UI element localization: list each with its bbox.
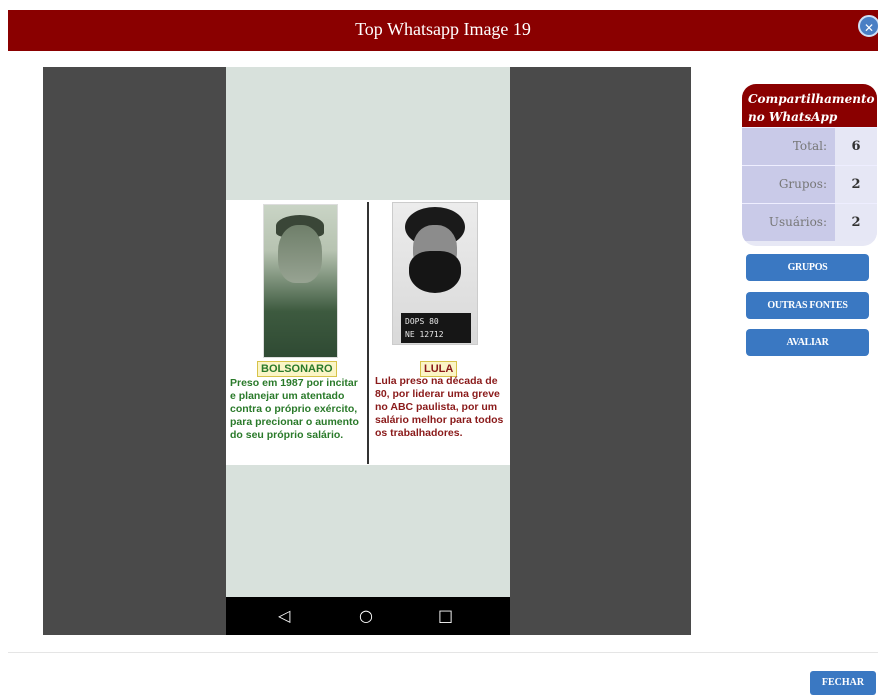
left-column: BOLSONARO Preso em 1987 por incitar e pl…: [226, 200, 366, 465]
android-navbar: ◁ ○ □: [226, 597, 510, 635]
stats-row-grupos: Grupos: 2: [742, 165, 877, 203]
bolsonaro-caption: Preso em 1987 por incitar e planejar um …: [230, 377, 359, 441]
image-bottom-area: [226, 465, 510, 597]
stats-label: Usuários:: [742, 204, 835, 241]
column-divider: [367, 202, 369, 464]
image-viewer: BOLSONARO Preso em 1987 por incitar e pl…: [43, 67, 691, 635]
stats-label: Grupos:: [742, 166, 835, 203]
back-icon: ◁: [278, 606, 291, 625]
right-column: DOPS 80 NE 12712 LULA Lula preso na déca…: [370, 200, 510, 465]
fechar-button[interactable]: FECHAR: [810, 671, 876, 695]
image-content: BOLSONARO Preso em 1987 por incitar e pl…: [226, 200, 510, 465]
bolsonaro-photo: [263, 204, 338, 358]
placard-line-1: DOPS 80: [405, 317, 439, 326]
stats-value: 2: [835, 204, 877, 241]
avaliar-button[interactable]: AVALIAR: [746, 329, 869, 356]
home-icon: ○: [359, 606, 373, 625]
placard-line-2: NE 12712: [405, 330, 444, 339]
lula-caption: Lula preso na década de 80, por liderar …: [375, 375, 504, 439]
image-top-area: [226, 67, 510, 200]
stats-label: Total:: [742, 128, 835, 165]
recents-icon: □: [438, 606, 454, 625]
shared-image: BOLSONARO Preso em 1987 por incitar e pl…: [226, 67, 510, 635]
bolsonaro-name-tag: BOLSONARO: [257, 361, 337, 377]
outras-fontes-button[interactable]: OUTRAS FONTES: [746, 292, 869, 319]
stats-title: Compartilhamento no WhatsApp: [742, 84, 877, 127]
close-icon[interactable]: ✕: [858, 15, 878, 37]
sharing-stats-panel: Compartilhamento no WhatsApp Total: 6 Gr…: [742, 84, 877, 246]
lula-placard: DOPS 80 NE 12712: [401, 313, 471, 343]
stats-row-total: Total: 6: [742, 127, 877, 165]
stats-value: 6: [835, 128, 877, 165]
grupos-button[interactable]: GRUPOS: [746, 254, 869, 281]
lula-photo: DOPS 80 NE 12712: [392, 202, 478, 345]
stats-row-usuarios: Usuários: 2: [742, 203, 877, 241]
stats-value: 2: [835, 166, 877, 203]
modal-title: Top Whatsapp Image 19: [8, 10, 878, 51]
footer-divider: [8, 652, 878, 653]
